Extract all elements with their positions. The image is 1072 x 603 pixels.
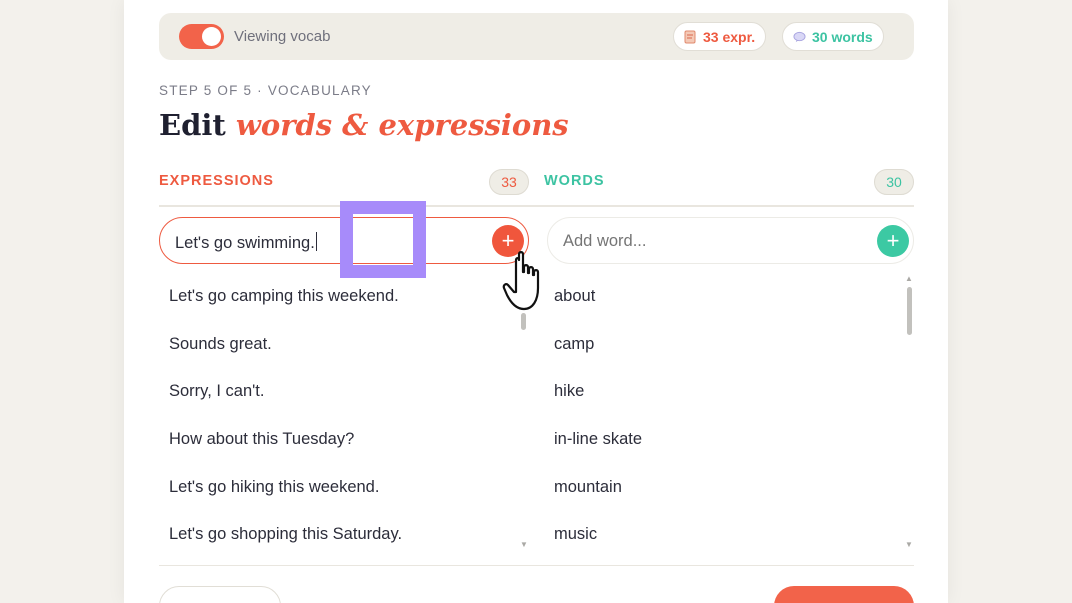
words-pill-label: 30 words — [812, 28, 873, 45]
words-list: about camp hike in-line skate mountain m… — [554, 273, 914, 559]
next-button[interactable] — [774, 586, 914, 603]
text-caret — [315, 232, 317, 251]
word-item[interactable]: camp — [554, 321, 914, 369]
expression-input-value: Let's go swimming. — [175, 234, 315, 252]
expressions-count-badge: 33 — [489, 169, 529, 195]
step-indicator: STEP 5 OF 5 · VOCABULARY — [159, 83, 372, 98]
toggle-label: Viewing vocab — [234, 28, 331, 45]
word-item[interactable]: in-line skate — [554, 416, 914, 464]
header-divider — [159, 205, 914, 207]
word-item[interactable]: music — [554, 511, 914, 559]
vocab-status-bar: Viewing vocab 33 expr. 30 words — [159, 13, 914, 60]
expressions-pill-label: 33 expr. — [703, 28, 756, 45]
hand-pointer-icon — [502, 251, 540, 311]
expressions-scrollbar[interactable] — [521, 313, 526, 330]
word-input[interactable] — [563, 232, 853, 251]
expression-item[interactable]: Let's go shopping this Saturday. — [169, 511, 529, 559]
words-scroll-down-icon[interactable]: ▼ — [905, 540, 913, 549]
speech-bubble-icon — [793, 31, 806, 42]
expression-item[interactable]: Let's go camping this weekend. — [169, 273, 529, 321]
back-button[interactable] — [159, 586, 281, 603]
expressions-scroll-down-icon[interactable]: ▼ — [520, 540, 528, 549]
add-button-highlight — [340, 201, 426, 278]
words-count-badge: 30 — [874, 169, 914, 195]
expressions-list: Let's go camping this weekend. Sounds gr… — [169, 273, 529, 559]
page-title-plain: Edit — [159, 108, 236, 142]
expression-item[interactable]: Sorry, I can't. — [169, 368, 529, 416]
toggle-knob — [202, 27, 221, 46]
expression-item[interactable]: Let's go hiking this weekend. — [169, 463, 529, 511]
page-title-accent: words & expressions — [235, 108, 569, 142]
word-item[interactable]: about — [554, 273, 914, 321]
words-heading: WORDS — [544, 173, 605, 189]
word-item[interactable]: hike — [554, 368, 914, 416]
viewing-vocab-toggle[interactable] — [179, 24, 224, 49]
word-input-wrapper: + — [547, 217, 914, 264]
word-item[interactable]: mountain — [554, 463, 914, 511]
expressions-heading: EXPRESSIONS — [159, 173, 274, 189]
expressions-count-pill: 33 expr. — [673, 22, 767, 51]
expression-item[interactable]: How about this Tuesday? — [169, 416, 529, 464]
expression-item[interactable]: Sounds great. — [169, 321, 529, 369]
words-count-pill: 30 words — [782, 22, 884, 51]
document-icon — [684, 30, 696, 43]
footer-divider — [159, 565, 914, 566]
words-scroll-up-icon[interactable]: ▲ — [905, 274, 913, 283]
words-scrollbar[interactable] — [907, 287, 912, 335]
page-title: Edit words & expressions — [159, 108, 569, 142]
add-word-button[interactable]: + — [877, 225, 909, 257]
